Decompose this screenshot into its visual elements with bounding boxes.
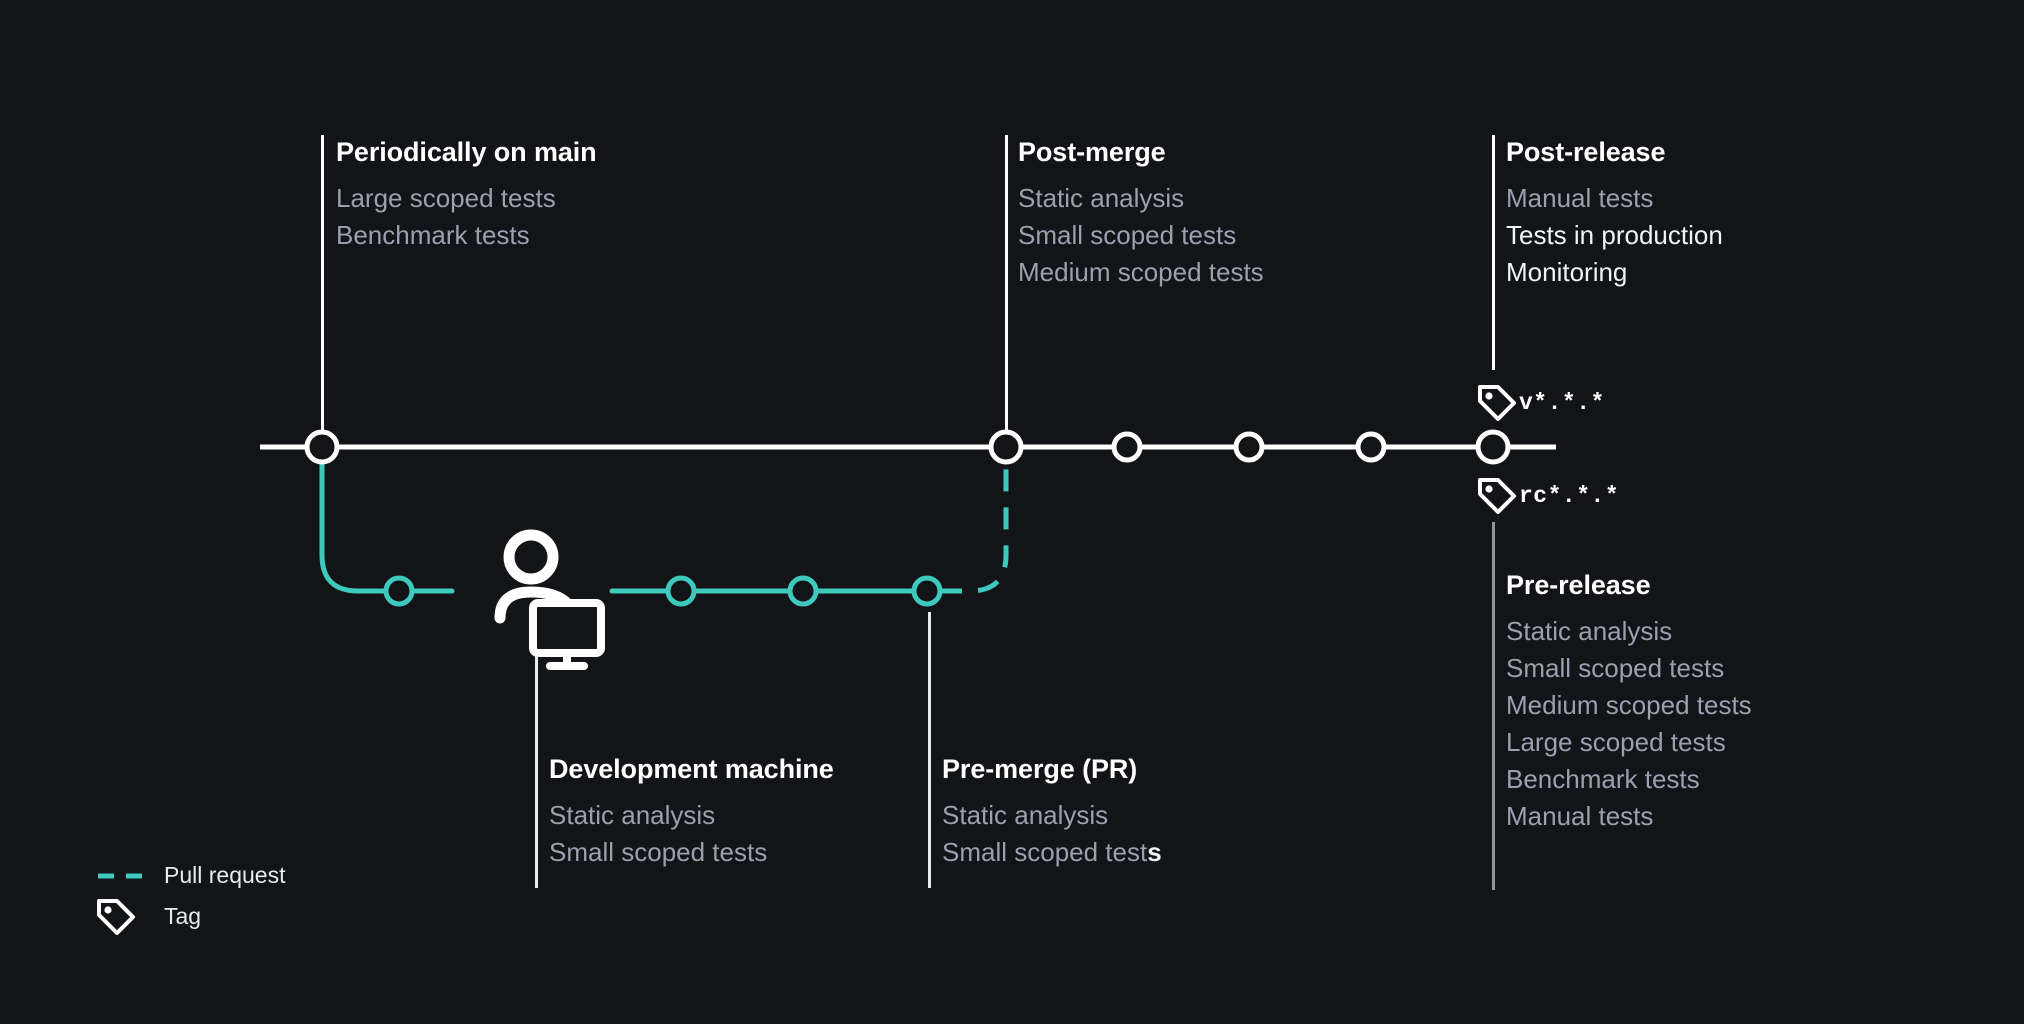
tag-icon [1478, 478, 1516, 514]
stage-item: Monitoring [1506, 256, 1628, 287]
commit-node-main[interactable] [1111, 431, 1143, 463]
stage-item: Benchmark tests [1506, 763, 1700, 794]
stage-item-label: Small scoped test [942, 837, 1148, 867]
dashed-line-icon [96, 869, 152, 883]
stage-item: Medium scoped tests [1018, 256, 1264, 287]
tag-label-release-candidate: rc*.*.* [1519, 483, 1620, 509]
stage-title: Pre-release [1506, 570, 1651, 600]
annotation-post-merge: Post-merge Static analysis Small scoped … [1018, 135, 1264, 291]
stage-item: Static analysis [1506, 616, 1673, 647]
stage-title: Development machine [549, 754, 834, 784]
tag-icon [1478, 385, 1516, 421]
annotation-pre-merge-pr: Pre-merge (PR) Static analysis Small sco… [942, 752, 1162, 871]
stage-item: Small scoped tests [1506, 653, 1725, 683]
feature-commit-nodes [383, 575, 943, 607]
main-commit-nodes [304, 429, 1511, 465]
commit-node-feature[interactable] [383, 575, 415, 607]
stage-title: Periodically on main [336, 137, 597, 167]
commit-node-feature[interactable] [665, 575, 697, 607]
stage-item-label-tail: s [1147, 837, 1162, 867]
stage-item: Small scoped tests [942, 834, 1162, 871]
annotation-pre-release: Pre-release Static analysis Small scoped… [1506, 568, 1752, 835]
feature-branch-fork [319, 452, 455, 594]
stage-item: Static analysis [549, 800, 716, 831]
stage-title: Pre-merge (PR) [942, 754, 1138, 784]
stage-item: Tests in production [1506, 220, 1723, 250]
graph-tag-icons [1478, 385, 1516, 514]
annotation-development-machine: Development machine Static analysis Smal… [549, 752, 834, 871]
stage-item: Manual tests [1506, 800, 1654, 831]
stage-item: Manual tests [1506, 183, 1654, 214]
stage-item: Static analysis [942, 800, 1109, 831]
diagram-canvas: v*.*.* rc*.*.* Periodically on main Larg… [0, 0, 2024, 1024]
commit-node-main[interactable] [1233, 431, 1265, 463]
stage-title: Post-merge [1018, 137, 1166, 167]
stage-item: Large scoped tests [1506, 726, 1726, 757]
stage-title: Post-release [1506, 137, 1666, 167]
stage-item: Medium scoped tests [1506, 689, 1752, 720]
commit-node-feature[interactable] [911, 575, 943, 607]
pull-request-merge-path [940, 455, 1009, 594]
stage-item: Small scoped tests [1018, 220, 1237, 250]
commit-node-main[interactable] [1475, 429, 1511, 465]
stage-item: Benchmark tests [336, 220, 530, 250]
commit-node-main[interactable] [304, 429, 340, 465]
commit-node-main[interactable] [1355, 431, 1387, 463]
tag-icon [96, 898, 152, 936]
annotation-post-release: Post-release Manual tests Tests in produ… [1506, 135, 1723, 291]
legend-item-tag: Tag [96, 896, 285, 937]
legend: Pull request Tag [96, 855, 285, 937]
stage-item: Large scoped tests [336, 183, 556, 214]
developer-workstation-icon [494, 529, 605, 670]
commit-node-feature[interactable] [787, 575, 819, 607]
stage-item: Static analysis [1018, 183, 1185, 214]
tag-label-release: v*.*.* [1519, 390, 1605, 416]
legend-item-pull-request: Pull request [96, 855, 285, 896]
legend-label: Tag [164, 903, 202, 929]
legend-label: Pull request [164, 862, 286, 888]
stage-item: Small scoped tests [549, 837, 768, 867]
annotation-periodically-on-main: Periodically on main Large scoped tests … [336, 135, 597, 254]
commit-node-main[interactable] [988, 429, 1024, 465]
